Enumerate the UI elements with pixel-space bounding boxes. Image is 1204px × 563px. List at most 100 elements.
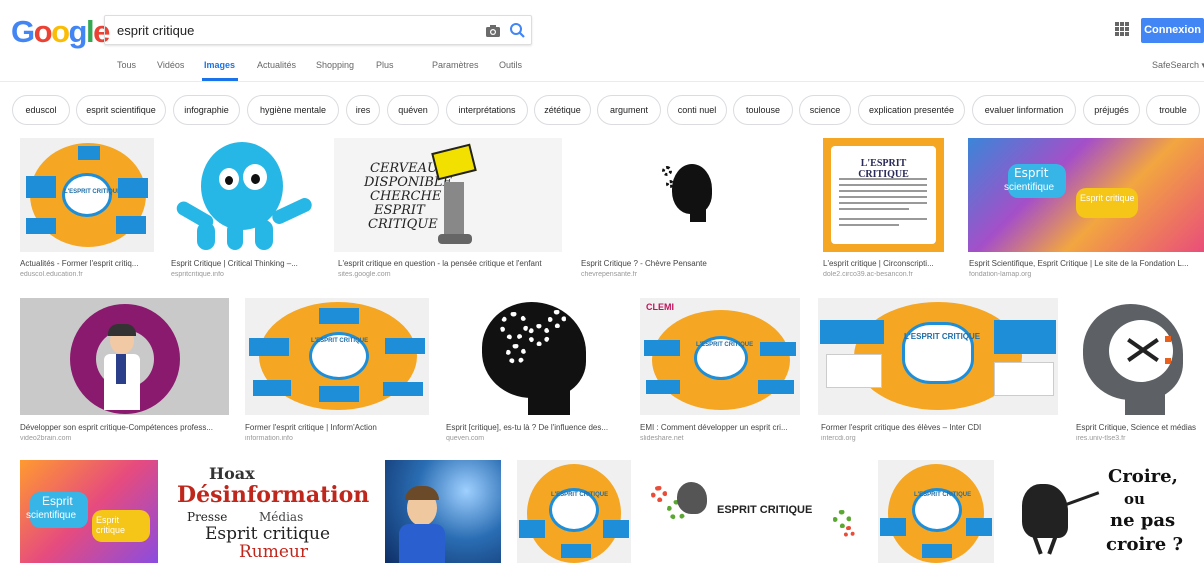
search-box[interactable]: esprit critique (104, 15, 532, 45)
chip[interactable]: conti nuel (667, 95, 727, 125)
image-caption-text: L'ESPRIT CRITIQUE (914, 492, 972, 498)
image-caption-text: L'ESPRIT CRITIQUE (551, 492, 609, 498)
result-title[interactable]: L'esprit critique en question - la pensé… (338, 259, 564, 268)
image-caption-text: CRITIQUE (368, 217, 438, 232)
tab-videos[interactable]: Vidéos (157, 60, 184, 70)
camera-icon[interactable] (485, 23, 501, 39)
image-result[interactable]: L'ESPRIT CRITIQUE (517, 460, 631, 563)
result-source: information.info (245, 435, 293, 442)
image-result[interactable]: L'ESPRIT CRITIQUE (823, 138, 944, 252)
image-result[interactable]: L'ESPRIT CRITIQUE (245, 298, 429, 415)
image-caption-text: Esprit critique (205, 524, 331, 544)
image-result[interactable]: Hoax Désinformation Presse Médias Esprit… (175, 460, 369, 563)
logo-letter: G (11, 14, 35, 49)
logo-letter: o (33, 14, 53, 49)
image-caption-text: L'ESPRIT CRITIQUE (696, 342, 754, 348)
chip[interactable]: argument (597, 95, 661, 125)
safesearch-menu[interactable]: SafeSearch ▾ (1152, 60, 1204, 71)
result-source: fondation-lamap.org (969, 271, 1032, 278)
result-title[interactable]: Esprit Critique, Science et médias (1076, 423, 1204, 432)
result-title[interactable]: Développer son esprit critique-Compétenc… (20, 423, 232, 432)
tab-parametres[interactable]: Paramètres (432, 60, 479, 70)
result-title[interactable]: Esprit Critique ? - Chèvre Pensante (581, 259, 807, 268)
image-result[interactable]: L'ESPRIT CRITIQUE (20, 138, 154, 252)
chip[interactable]: zététique (534, 95, 591, 125)
logo-letter: g (68, 14, 88, 49)
result-source: chevrepensante.fr (581, 271, 638, 278)
image-result[interactable] (1073, 298, 1204, 415)
image-result[interactable]: ESPRIT CRITIQUE (647, 460, 862, 563)
image-caption-text: ESPRIT (374, 203, 425, 218)
search-input[interactable]: esprit critique (117, 23, 194, 38)
image-result[interactable] (385, 460, 501, 563)
result-title[interactable]: Esprit Critique | Critical Thinking –... (171, 259, 317, 268)
chip[interactable]: esprit scientifique (76, 95, 166, 125)
result-source: ires.univ-tlse3.fr (1076, 435, 1126, 442)
image-caption-text: Rumeur (239, 542, 309, 562)
result-title[interactable]: Actualités - Former l'esprit critiq... (20, 259, 160, 268)
result-title[interactable]: EMI : Comment développer un esprit cri..… (640, 423, 800, 432)
result-source: intercdi.org (821, 435, 856, 442)
image-result[interactable]: Croire, ou ne pas croire ? (1012, 460, 1184, 563)
apps-grid-icon[interactable] (1115, 22, 1129, 36)
image-caption-text: ou (1124, 490, 1145, 508)
tab-actualites[interactable]: Actualités (257, 60, 296, 70)
header-divider (0, 81, 1204, 82)
image-caption-text: Presse (187, 510, 228, 524)
result-source: sites.google.com (338, 271, 391, 278)
image-caption-text: Esprit critique (96, 515, 126, 535)
image-caption-text: Hoax (209, 464, 255, 483)
result-title[interactable]: Former l'esprit critique des élèves – In… (821, 423, 1059, 432)
image-result[interactable]: Esprit scientifique Esprit critique (968, 138, 1204, 252)
chip[interactable]: hygiène mentale (247, 95, 339, 125)
chip[interactable]: eduscol (12, 95, 70, 125)
image-caption-text: CERVEAU (370, 161, 438, 176)
image-caption-text: Esprit critique (1080, 193, 1135, 203)
logo-letter: l (85, 14, 95, 49)
image-result[interactable]: CERVEAU DISPONIBLE CHERCHE ESPRIT CRITIQ… (334, 138, 562, 252)
tab-images[interactable]: Images (204, 60, 235, 70)
image-result[interactable]: L'ESPRIT CRITIQUE (818, 298, 1058, 415)
tab-plus[interactable]: Plus (376, 60, 394, 70)
result-title[interactable]: Former l'esprit critique | Inform'Action (245, 423, 435, 432)
image-result[interactable]: L'ESPRIT CRITIQUE (878, 460, 994, 563)
image-caption-text: Désinformation (177, 482, 369, 508)
tab-outils[interactable]: Outils (499, 60, 522, 70)
image-caption-text: CHERCHE (370, 189, 442, 204)
image-caption-text: L'ESPRIT CRITIQUE (311, 338, 369, 344)
image-caption-text: Médias (259, 510, 304, 524)
result-title[interactable]: L'esprit critique | Circonscripti... (823, 259, 949, 268)
chip[interactable]: evaluer linformation (972, 95, 1076, 125)
result-source: video2brain.com (20, 435, 72, 442)
search-icon[interactable] (509, 22, 526, 39)
result-source: queven.com (446, 435, 485, 442)
signin-button[interactable]: Connexion (1141, 18, 1204, 43)
image-caption-text: scientifique (1004, 182, 1055, 193)
chip[interactable]: quéven (387, 95, 439, 125)
image-result[interactable]: L'ESPRIT CRITIQUE CLEMI (640, 298, 800, 415)
chip[interactable]: ires (346, 95, 380, 125)
image-result[interactable] (167, 138, 318, 252)
image-result[interactable] (444, 298, 624, 415)
result-source: slideshare.net (640, 435, 684, 442)
result-title[interactable]: Esprit [critique], es-tu là ? De l'influ… (446, 423, 626, 432)
image-caption-text: L'ESPRIT CRITIQUE (904, 332, 981, 341)
chip[interactable]: infographie (173, 95, 240, 125)
chip[interactable]: trouble (1146, 95, 1200, 125)
tab-shopping[interactable]: Shopping (316, 60, 354, 70)
image-caption-text: Esprit (1014, 166, 1049, 180)
google-logo[interactable]: Google (11, 14, 110, 50)
image-result[interactable]: Esprit scientifique Esprit critique (20, 460, 158, 563)
chip[interactable]: explication presentée (858, 95, 965, 125)
chip[interactable]: toulouse (733, 95, 793, 125)
chip[interactable]: préjugés (1083, 95, 1140, 125)
image-result[interactable] (20, 298, 229, 415)
chip[interactable]: science (799, 95, 851, 125)
result-title[interactable]: Esprit Scientifique, Esprit Critique | L… (969, 259, 1204, 268)
chip[interactable]: interprétations (446, 95, 528, 125)
tab-tous[interactable]: Tous (117, 60, 136, 70)
image-result[interactable] (578, 138, 808, 252)
image-caption-text: ne pas (1110, 510, 1176, 531)
image-caption-text: Esprit (42, 494, 73, 508)
image-caption-text: ESPRIT CRITIQUE (717, 504, 813, 516)
